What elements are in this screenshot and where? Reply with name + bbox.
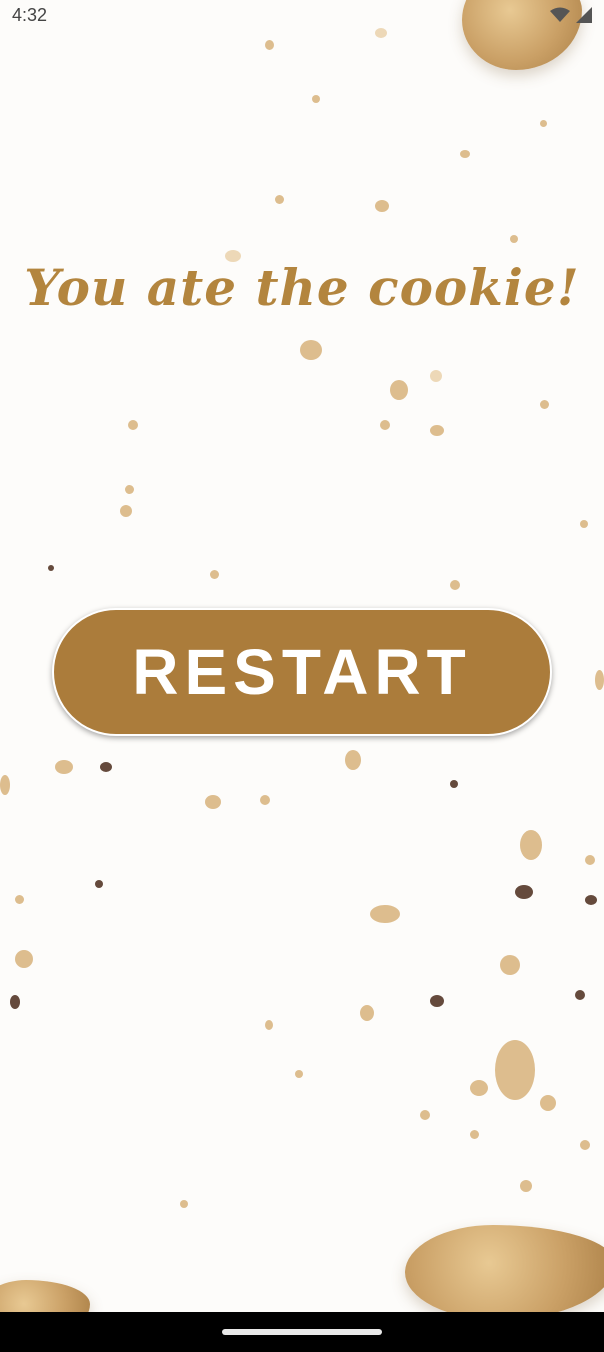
- crumb: [430, 425, 444, 436]
- crumb: [260, 795, 270, 805]
- crumb: [470, 1080, 488, 1096]
- crumb: [312, 95, 320, 103]
- crumb: [450, 780, 458, 788]
- crumb: [180, 1200, 188, 1208]
- crumb: [580, 520, 588, 528]
- crumb: [575, 990, 585, 1000]
- crumb: [585, 895, 597, 905]
- navigation-bar: [0, 1312, 604, 1352]
- crumb: [120, 505, 132, 517]
- crumb: [48, 565, 54, 571]
- crumb: [15, 895, 24, 904]
- crumb: [510, 235, 518, 243]
- crumb: [595, 670, 604, 690]
- crumb: [500, 955, 520, 975]
- crumb: [520, 830, 542, 860]
- crumb: [375, 200, 389, 212]
- status-icons: [550, 7, 592, 23]
- crumb: [0, 775, 10, 795]
- crumb: [100, 762, 112, 772]
- restart-button-label: RESTART: [132, 636, 472, 708]
- crumb: [380, 420, 390, 430]
- crumb: [430, 995, 444, 1007]
- crumb: [585, 855, 595, 865]
- crumb: [10, 995, 20, 1009]
- crumb: [390, 380, 408, 400]
- crumb: [430, 370, 442, 382]
- crumb: [460, 150, 470, 158]
- crumb: [265, 1020, 273, 1030]
- wifi-icon: [550, 7, 570, 23]
- crumb: [540, 120, 547, 127]
- crumb: [370, 905, 400, 923]
- game-over-screen: 4:32 You ate the cookie! RESTART: [0, 0, 604, 1352]
- crumb: [128, 420, 138, 430]
- crumb: [495, 1040, 535, 1100]
- crumb: [470, 1130, 479, 1139]
- status-time: 4:32: [12, 4, 48, 25]
- restart-button[interactable]: RESTART: [52, 608, 552, 736]
- crumb: [210, 570, 219, 579]
- crumb: [265, 40, 274, 50]
- crumb: [275, 195, 284, 204]
- crumb: [540, 1095, 556, 1111]
- crumb: [345, 750, 361, 770]
- home-gesture-handle[interactable]: [222, 1329, 382, 1335]
- crumb: [360, 1005, 374, 1021]
- crumb: [420, 1110, 430, 1120]
- crumb: [515, 885, 533, 899]
- status-bar: 4:32: [0, 0, 604, 30]
- crumb: [95, 880, 103, 888]
- cookie-chunk: [405, 1225, 604, 1320]
- crumb: [15, 950, 33, 968]
- crumb: [450, 580, 460, 590]
- crumb: [55, 760, 73, 774]
- crumb: [540, 400, 549, 409]
- page-title: You ate the cookie!: [24, 258, 580, 317]
- signal-icon: [576, 7, 592, 23]
- crumb: [205, 795, 221, 809]
- crumb: [520, 1180, 532, 1192]
- crumb: [580, 1140, 590, 1150]
- crumb: [295, 1070, 303, 1078]
- crumb: [125, 485, 134, 494]
- crumb: [300, 340, 322, 360]
